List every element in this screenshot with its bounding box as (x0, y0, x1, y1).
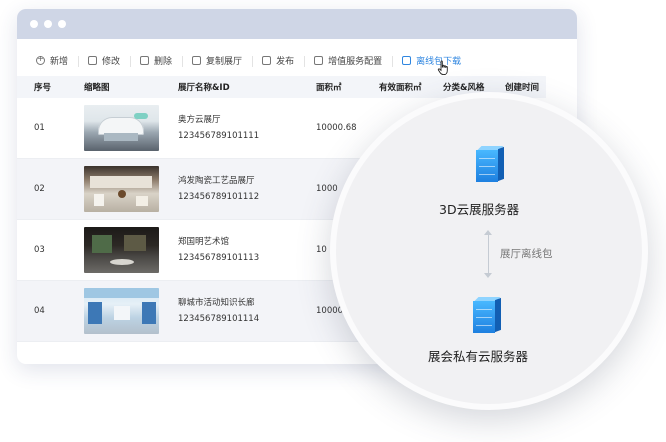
transfer-line (488, 234, 489, 274)
hall-area: 10000.68 (316, 123, 357, 133)
title-bar (17, 9, 577, 39)
delete-icon (140, 55, 150, 65)
hall-id: 123456789101111 (178, 131, 260, 141)
row-seq: 04 (34, 306, 45, 316)
window-maximize-dot[interactable] (58, 20, 66, 28)
row-seq: 02 (34, 184, 45, 194)
hall-name: 鸿发陶瓷工艺品展厅 (178, 176, 255, 186)
header-created-time[interactable]: 创建时间 (505, 81, 546, 93)
hall-name: 聊城市活动知识长廊 (178, 298, 255, 308)
publish-label: 发布 (276, 56, 295, 67)
header-area[interactable]: 面积㎡ (316, 81, 379, 93)
offline-package-download-button[interactable]: 离线包下载 (392, 54, 471, 67)
arrow-down-icon (484, 273, 492, 278)
hall-thumbnail[interactable] (84, 227, 159, 273)
config-icon (314, 55, 324, 65)
hall-name: 郑国明艺术馆 (178, 237, 230, 247)
hall-thumbnail[interactable] (84, 288, 159, 334)
delete-button[interactable]: 删除 (130, 54, 182, 67)
edit-icon (88, 55, 98, 65)
hall-thumbnail[interactable] (84, 166, 159, 212)
copy-icon (192, 55, 202, 65)
toolbar: 新增 修改 删除 复制展厅 发布 增值服务配置 离线包下载 (17, 49, 471, 71)
copy-hall-button[interactable]: 复制展厅 (182, 54, 252, 67)
hall-thumbnail[interactable] (84, 105, 159, 151)
header-effective-area[interactable]: 有效面积㎡ (379, 81, 443, 93)
cloud-server-icon (476, 146, 504, 182)
private-server-icon (473, 297, 501, 333)
download-icon (402, 55, 412, 65)
hand-pointer-icon (437, 60, 448, 76)
publish-icon (262, 55, 272, 65)
header-name-id[interactable]: 展厅名称&ID (178, 81, 316, 93)
hall-id: 123456789101112 (178, 192, 260, 202)
edit-button[interactable]: 修改 (78, 54, 130, 67)
window-minimize-dot[interactable] (44, 20, 52, 28)
row-seq: 03 (34, 245, 45, 255)
bottom-server-label: 展会私有云服务器 (428, 349, 529, 364)
hall-id: 123456789101114 (178, 314, 260, 324)
hall-name: 奥方云展厅 (178, 115, 221, 125)
top-server-label: 3D云展服务器 (439, 202, 520, 217)
value-added-config-label: 增值服务配置 (328, 56, 383, 67)
offline-package-label: 展厅离线包 (500, 248, 553, 260)
value-added-config-button[interactable]: 增值服务配置 (304, 54, 392, 67)
row-seq: 01 (34, 123, 45, 133)
header-thumbnail[interactable]: 缩略图 (84, 81, 178, 93)
window-close-dot[interactable] (30, 20, 38, 28)
hall-id: 123456789101113 (178, 253, 260, 263)
copy-hall-label: 复制展厅 (206, 56, 243, 67)
edit-label: 修改 (102, 56, 121, 67)
add-button[interactable]: 新增 (32, 54, 78, 67)
add-icon (36, 54, 45, 65)
add-label: 新增 (50, 56, 69, 67)
publish-button[interactable]: 发布 (252, 54, 304, 67)
header-seq[interactable]: 序号 (17, 81, 84, 93)
delete-label: 删除 (154, 56, 173, 67)
